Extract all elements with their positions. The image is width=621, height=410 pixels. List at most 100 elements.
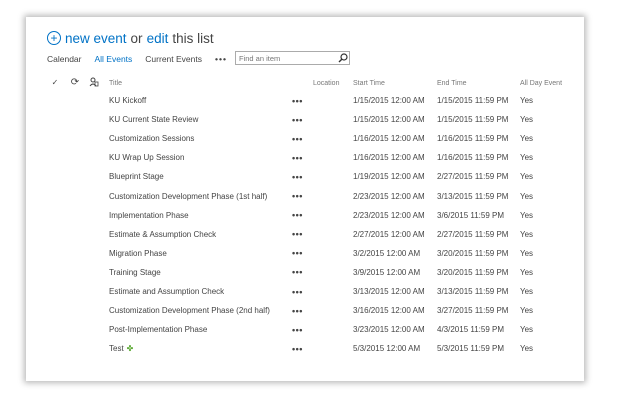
item-menu-ellipsis[interactable]: ••• [292, 91, 303, 110]
item-menu-ellipsis[interactable]: ••• [292, 129, 303, 148]
end-time-cell: 3/13/2015 11:59 PM [437, 191, 509, 201]
table-row[interactable]: KU Kickoff ••• 1/15/2015 12:00 AM 1/15/2015… [47, 91, 577, 110]
start-time-cell: 3/16/2015 12:00 AM [353, 306, 425, 316]
end-time-cell: 1/15/2015 11:59 PM [437, 96, 509, 105]
event-title-link[interactable]: Customization Development Phase (2nd hal… [109, 301, 270, 320]
event-title-text: Blueprint Stage [109, 172, 164, 182]
all-day-cell: Yes [520, 229, 534, 239]
table-row[interactable]: Test ✤ ••• 5/3/2015 12:00 AM 5/3/2015 11:59 … [47, 339, 577, 358]
event-title-text: KU Wrap Up Session [109, 153, 185, 163]
column-header-all-day-event[interactable]: All Day Event [520, 76, 562, 90]
item-menu-ellipsis[interactable]: ••• [292, 187, 303, 206]
event-title-link[interactable]: KU Current State Review [109, 110, 198, 129]
item-menu-ellipsis[interactable]: ••• [292, 301, 303, 320]
view-calendar[interactable]: Calendar [47, 54, 82, 64]
all-day-cell: Yes [520, 115, 534, 125]
item-menu-ellipsis[interactable]: ••• [292, 320, 303, 339]
all-day-cell: Yes [520, 96, 534, 105]
edit-list-link[interactable]: edit [147, 31, 169, 46]
event-title-text: Post-Implementation Phase [109, 325, 208, 335]
event-title-link[interactable]: Customization Development Phase (1st hal… [109, 187, 267, 206]
end-time-cell: 2/27/2015 11:59 PM [437, 172, 509, 182]
end-time-cell: 1/15/2015 11:59 PM [437, 115, 509, 125]
all-day-cell: Yes [520, 210, 534, 220]
table-row[interactable]: Migration Phase ••• 3/2/2015 12:00 AM 3/20/… [47, 244, 577, 263]
select-all-checkmark-icon[interactable]: ✓ [50, 77, 60, 87]
view-all-events[interactable]: All Events [95, 54, 133, 64]
event-title-text: Test [109, 344, 124, 354]
event-title-link[interactable]: Post-Implementation Phase [109, 320, 207, 339]
event-title-text: KU Current State Review [109, 115, 199, 125]
event-title-link[interactable]: Estimate & Assumption Check [109, 225, 216, 244]
table-row[interactable]: Implementation Phase ••• 2/23/2015 12:00 A… [47, 206, 577, 225]
table-row[interactable]: Estimate & Assumption Check ••• 2/27/2015 … [47, 225, 577, 244]
item-menu-ellipsis[interactable]: ••• [292, 244, 303, 263]
item-menu-ellipsis[interactable]: ••• [292, 339, 303, 358]
end-time-cell: 1/16/2015 11:59 PM [437, 134, 509, 144]
view-current-events[interactable]: Current Events [145, 54, 202, 64]
all-day-cell: Yes [520, 191, 534, 201]
all-day-cell: Yes [520, 134, 534, 144]
end-time-cell: 3/20/2015 11:59 PM [437, 267, 509, 277]
view-selector: Calendar All Events Current Events ••• [47, 51, 241, 67]
event-title-link[interactable]: Migration Phase [109, 244, 167, 263]
item-menu-ellipsis[interactable]: ••• [292, 148, 303, 167]
item-menu-ellipsis[interactable]: ••• [292, 225, 303, 244]
start-time-cell: 2/23/2015 12:00 AM [353, 210, 425, 220]
table-row[interactable]: KU Wrap Up Session ••• 1/16/2015 12:00 AM 1… [47, 148, 577, 167]
column-header-location[interactable]: Location [313, 76, 339, 90]
event-title-link[interactable]: Implementation Phase [109, 206, 189, 225]
search-input[interactable] [236, 52, 337, 64]
event-title-link[interactable]: KU Wrap Up Session [109, 148, 184, 167]
table-row[interactable]: Customization Development Phase (2nd hal… [47, 301, 577, 320]
or-text: or [130, 30, 143, 46]
end-time-cell: 3/13/2015 11:59 PM [437, 287, 509, 296]
item-menu-ellipsis[interactable]: ••• [292, 167, 303, 186]
all-day-cell: Yes [520, 287, 534, 296]
start-time-cell: 1/16/2015 12:00 AM [353, 134, 425, 144]
start-time-cell: 2/27/2015 12:00 AM [353, 229, 425, 239]
table-row[interactable]: Customization Development Phase (1st hal… [47, 187, 577, 206]
table-row[interactable]: Post-Implementation Phase ••• 3/23/2015 12… [47, 320, 577, 339]
end-time-cell: 3/6/2015 11:59 PM [437, 210, 505, 220]
column-header-start-time[interactable]: Start Time [353, 76, 385, 90]
start-time-cell: 2/23/2015 12:00 AM [353, 191, 425, 201]
table-row[interactable]: Customization Sessions ••• 1/16/2015 12:00… [47, 129, 577, 148]
more-views-button[interactable]: ••• [215, 54, 227, 64]
event-title-link[interactable]: Test ✤ [109, 339, 133, 358]
event-title-text: Customization Development Phase (1st hal… [109, 191, 268, 201]
new-event-link[interactable]: new event [65, 31, 127, 46]
end-time-cell: 2/27/2015 11:59 PM [437, 229, 509, 239]
item-menu-ellipsis[interactable]: ••• [292, 206, 303, 225]
start-time-cell: 1/16/2015 12:00 AM [353, 153, 425, 163]
add-circle-icon[interactable]: + [47, 31, 61, 45]
sync-icon[interactable]: ⟳ [70, 77, 80, 88]
event-title-link[interactable]: Training Stage [109, 263, 161, 282]
table-row[interactable]: Estimate and Assumption Check ••• 3/13/201… [47, 282, 577, 301]
event-title-link[interactable]: Blueprint Stage [109, 167, 164, 186]
event-title-link[interactable]: KU Kickoff [109, 91, 146, 110]
event-title-text: Migration Phase [109, 248, 167, 258]
column-header-title[interactable]: Title [109, 76, 122, 90]
all-day-cell: Yes [520, 325, 534, 335]
search-icon[interactable] [337, 52, 349, 64]
item-menu-ellipsis[interactable]: ••• [292, 263, 303, 282]
end-time-cell: 5/3/2015 11:59 PM [437, 344, 505, 354]
start-time-cell: 3/13/2015 12:00 AM [353, 287, 425, 296]
event-title-link[interactable]: Estimate and Assumption Check [109, 282, 224, 301]
table-row[interactable]: Blueprint Stage ••• 1/19/2015 12:00 AM 2/27… [47, 167, 577, 186]
table-row[interactable]: KU Current State Review ••• 1/15/2015 12:0… [47, 110, 577, 129]
all-day-cell: Yes [520, 267, 534, 277]
event-title-text: Estimate and Assumption Check [109, 287, 225, 296]
column-header-end-time[interactable]: End Time [437, 76, 467, 90]
event-title-text: KU Kickoff [109, 96, 147, 105]
end-time-cell: 1/16/2015 11:59 PM [437, 153, 509, 163]
event-title-text: Training Stage [109, 267, 161, 277]
item-menu-ellipsis[interactable]: ••• [292, 282, 303, 301]
this-list-text: this list [172, 30, 214, 46]
event-title-text: Implementation Phase [109, 210, 189, 220]
table-row[interactable]: Training Stage ••• 3/9/2015 12:00 AM 3/20/2… [47, 263, 577, 282]
new-event-bar: + new event or edit this list [47, 29, 214, 47]
event-title-link[interactable]: Customization Sessions [109, 129, 194, 148]
item-menu-ellipsis[interactable]: ••• [292, 110, 303, 129]
